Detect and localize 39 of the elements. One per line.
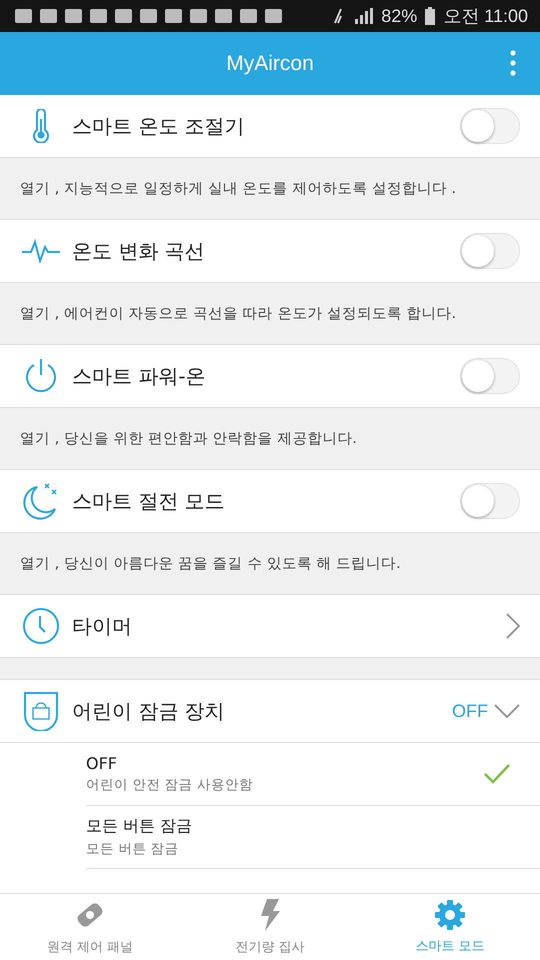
- setting-description: 열기 , 지능적으로 일정하게 실내 온도를 제어하도록 설정합니다 .: [20, 180, 456, 198]
- toggle-switch[interactable]: [460, 483, 520, 519]
- chevron-right-icon: [506, 613, 520, 639]
- setting-label: 스마트 온도 조절기: [72, 112, 246, 140]
- option-subtitle: 어린이 안전 잠금 사용안함: [86, 776, 254, 794]
- toggle-switch[interactable]: [460, 233, 520, 269]
- battery-percentage: 82%: [381, 6, 418, 26]
- lock-shield-icon: [23, 691, 59, 731]
- thermometer-icon: [30, 109, 52, 143]
- setting-label: 타이머: [72, 612, 133, 640]
- option-subtitle: 모든 버튼 잠금: [86, 840, 180, 858]
- lightning-icon: [259, 898, 281, 932]
- app-title: MyAircon: [226, 52, 314, 76]
- more-options-icon[interactable]: [510, 50, 516, 76]
- battery-icon: [425, 7, 436, 25]
- setting-label: 스마트 절전 모드: [72, 488, 226, 514]
- setting-label: 스마트 파워-온: [72, 362, 207, 390]
- toggle-switch[interactable]: [460, 108, 520, 144]
- lock-option[interactable]: OFF 어린이 안전 잠금 사용안함: [86, 743, 540, 806]
- setting-row[interactable]: 타이머: [0, 595, 540, 658]
- setting-row[interactable]: 스마트 절전 모드: [0, 470, 540, 533]
- setting-row[interactable]: 스마트 파워-온: [0, 345, 540, 408]
- setting-label: 어린이 잠금 장치: [72, 698, 226, 724]
- child-lock-row[interactable]: 어린이 잠금 장치 OFF: [0, 680, 540, 743]
- lock-option[interactable]: 모든 버튼 잠금 모든 버튼 잠금: [86, 806, 540, 869]
- toggle-switch[interactable]: [460, 358, 520, 394]
- setting-description: 열기 , 에어컨이 자동으로 곡선을 따라 온도가 설정되도록 합니다.: [20, 305, 456, 323]
- setting-label: 온도 변화 곡선: [72, 238, 206, 264]
- clock-icon: [22, 607, 60, 645]
- pulse-icon: [21, 239, 61, 263]
- setting-row[interactable]: 스마트 온도 조절기: [0, 95, 540, 158]
- child-lock-value: OFF: [452, 700, 488, 722]
- clock-time: 오전 11:00: [443, 5, 528, 28]
- option-title: OFF: [86, 754, 118, 773]
- option-title: 모든 버튼 잠금: [86, 816, 194, 837]
- settings-icon: [434, 899, 466, 931]
- setting-row[interactable]: 온도 변화 곡선: [0, 220, 540, 283]
- setting-description: 열기 , 당신이 아름다운 꿈을 즐길 수 있도록 해 드립니다.: [20, 555, 401, 573]
- setting-description: 열기 , 당신을 위한 편안함과 안락함을 제공합니다.: [20, 430, 357, 448]
